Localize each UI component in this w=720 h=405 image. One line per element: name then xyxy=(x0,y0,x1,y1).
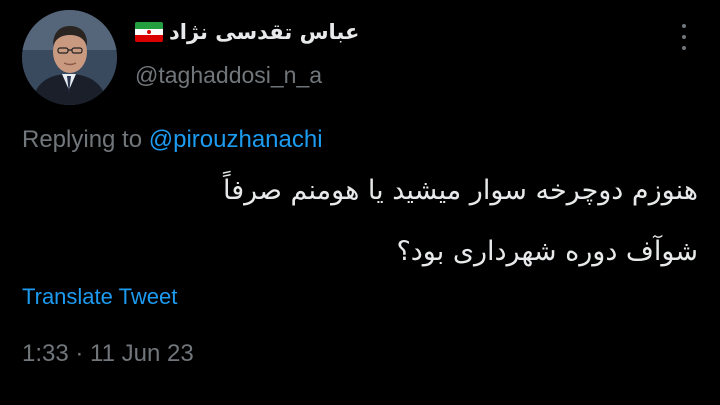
reply-mention-link[interactable]: @pirouzhanachi xyxy=(149,126,323,153)
translate-tweet-link[interactable]: Translate Tweet xyxy=(22,284,177,310)
author-handle[interactable]: @taghaddosi_n_a xyxy=(135,62,322,89)
avatar[interactable] xyxy=(22,10,117,105)
author-display-name[interactable]: عباس تقدسی نژاد xyxy=(169,20,359,44)
tweet-timestamp[interactable]: 1:33 · 11 Jun 23 xyxy=(22,340,194,368)
tweet-text-line-2: شوآف دوره شهرداری بود؟ xyxy=(396,236,698,267)
replying-to-label: Replying to xyxy=(22,126,149,153)
avatar-photo xyxy=(22,10,117,105)
iran-flag-icon xyxy=(135,22,163,42)
tweet-date: 11 Jun 23 xyxy=(90,340,194,367)
author-name-row[interactable]: عباس تقدسی نژاد xyxy=(135,20,359,44)
tweet-text: هنوزم دوچرخه سوار میشید یا هومنم صرفاً ش… xyxy=(218,160,698,282)
tweet-time: 1:33 xyxy=(22,340,69,367)
more-options-icon[interactable] xyxy=(676,24,692,50)
replying-to: Replying to @pirouzhanachi xyxy=(22,126,323,154)
timestamp-separator: · xyxy=(68,340,91,367)
tweet-card: عباس تقدسی نژاد @taghaddosi_n_a Replying… xyxy=(0,0,720,405)
tweet-text-line-1: هنوزم دوچرخه سوار میشید یا هومنم صرفاً xyxy=(223,175,698,206)
